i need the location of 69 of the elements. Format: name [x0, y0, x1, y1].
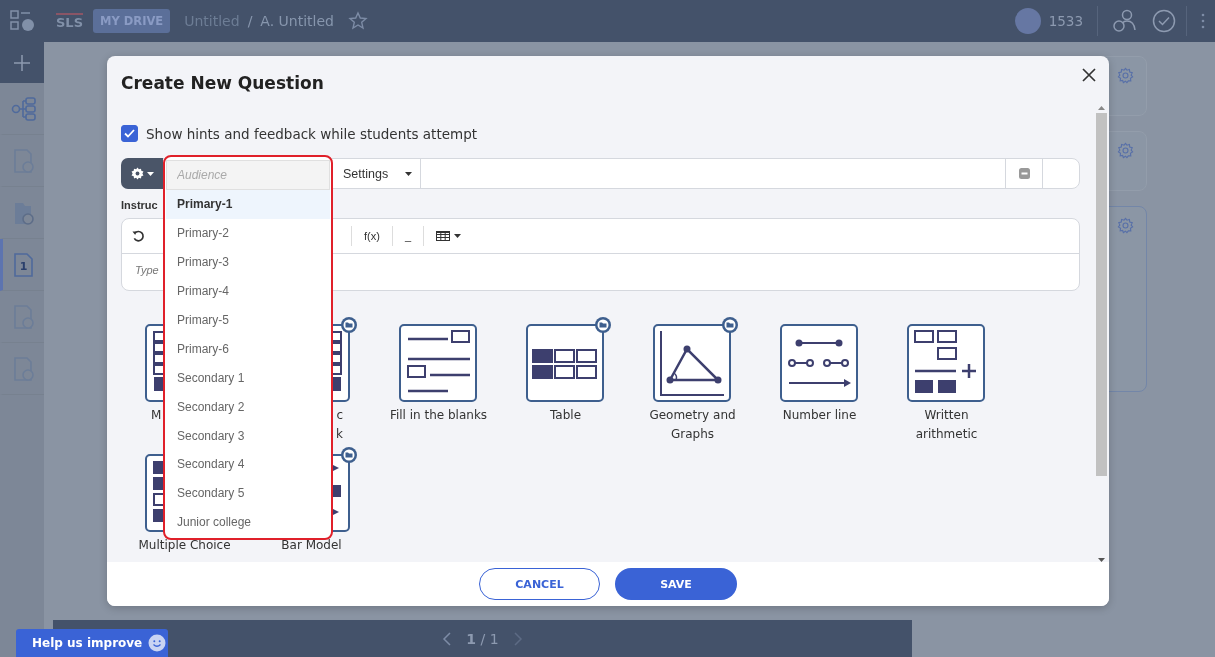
tile-label: c — [336, 408, 343, 422]
tile-label: arithmetic — [915, 427, 978, 441]
tile-label: k — [336, 427, 343, 441]
dialog-title: Create New Question — [121, 73, 325, 93]
audience-option[interactable]: Primary-5 — [166, 305, 330, 335]
person-icon[interactable] — [1112, 8, 1138, 34]
audience-search-field[interactable]: Audience — [166, 160, 330, 190]
tile-label: Number line — [782, 408, 857, 422]
audience-option[interactable]: Primary-3 — [166, 247, 330, 277]
settings-icon[interactable] — [1117, 67, 1134, 84]
caret-icon — [146, 171, 154, 176]
page-icon: 1 — [12, 251, 35, 278]
points-count: 1533 — [1048, 6, 1098, 36]
geometry-tile[interactable] — [652, 315, 740, 403]
audience-option[interactable]: Primary-2 — [166, 218, 330, 248]
breadcrumb-separator: / — [247, 13, 253, 29]
audience-option[interactable]: Secondary 4 — [166, 450, 330, 479]
caret-icon — [454, 234, 461, 238]
caret-icon — [405, 171, 412, 176]
tile-label: Graphs — [670, 427, 715, 441]
cancel-button[interactable]: CANCEL — [479, 568, 600, 600]
tree-icon — [10, 96, 37, 121]
checklist-icon[interactable] — [10, 9, 36, 33]
audience-option[interactable]: Secondary 2 — [166, 392, 330, 422]
tile-label: Bar Model — [281, 538, 342, 552]
tile-label: Multiple Choice — [138, 538, 231, 552]
audience-option[interactable]: Primary-1 — [166, 190, 330, 219]
editor-placeholder: Type — [135, 264, 159, 276]
avatar[interactable] — [1014, 8, 1041, 34]
breadcrumb-current: A. Untitled — [260, 13, 334, 29]
add-button[interactable] — [0, 42, 44, 83]
hints-checkbox[interactable] — [121, 125, 138, 142]
tile-label: M — [151, 408, 162, 422]
scroll-up-icon[interactable] — [1098, 106, 1105, 110]
settings-icon — [130, 167, 144, 180]
total-pages: 1 — [489, 630, 499, 647]
minus-icon[interactable] — [1018, 168, 1030, 179]
settings-icon[interactable] — [1117, 142, 1134, 159]
blank-button[interactable]: _ — [402, 230, 413, 242]
smiley-icon — [148, 634, 167, 652]
save-button[interactable]: SAVE — [615, 568, 737, 600]
help-button[interactable]: Help us improve — [16, 629, 168, 657]
next-icon[interactable] — [512, 630, 523, 647]
undo-icon[interactable] — [132, 229, 145, 243]
settings-icon[interactable] — [1117, 217, 1134, 234]
audience-option[interactable]: Secondary 5 — [166, 478, 330, 508]
audience-option[interactable]: Junior college — [166, 507, 330, 537]
tile-label: Geometry and — [649, 408, 736, 422]
kebab-menu-icon[interactable] — [1201, 13, 1205, 29]
table-tile[interactable] — [525, 315, 613, 403]
tile-label: Table — [550, 408, 581, 422]
previous-icon[interactable] — [442, 630, 453, 647]
audience-option[interactable]: Secondary 3 — [166, 421, 330, 450]
page-separator: / — [480, 630, 486, 647]
gear-menu-button[interactable] — [121, 158, 163, 189]
current-page: 1 — [466, 630, 477, 647]
tile-label: Fill in the blanks — [389, 408, 488, 422]
audience-option[interactable]: Secondary 1 — [166, 363, 330, 393]
hints-label: Show hints and feedback while students attempt — [146, 125, 477, 142]
audience-option[interactable]: Primary-6 — [166, 334, 330, 364]
instructions-label: Instruc — [121, 198, 158, 213]
star-icon[interactable] — [347, 11, 368, 31]
formula-button[interactable]: f(x) — [362, 230, 382, 242]
plus-icon — [13, 53, 31, 72]
scrollbar[interactable] — [1096, 106, 1107, 562]
tile-label: Written — [924, 408, 969, 422]
table-button[interactable] — [434, 231, 463, 241]
check-mark-icon — [124, 129, 135, 138]
check-icon[interactable] — [1152, 9, 1176, 33]
